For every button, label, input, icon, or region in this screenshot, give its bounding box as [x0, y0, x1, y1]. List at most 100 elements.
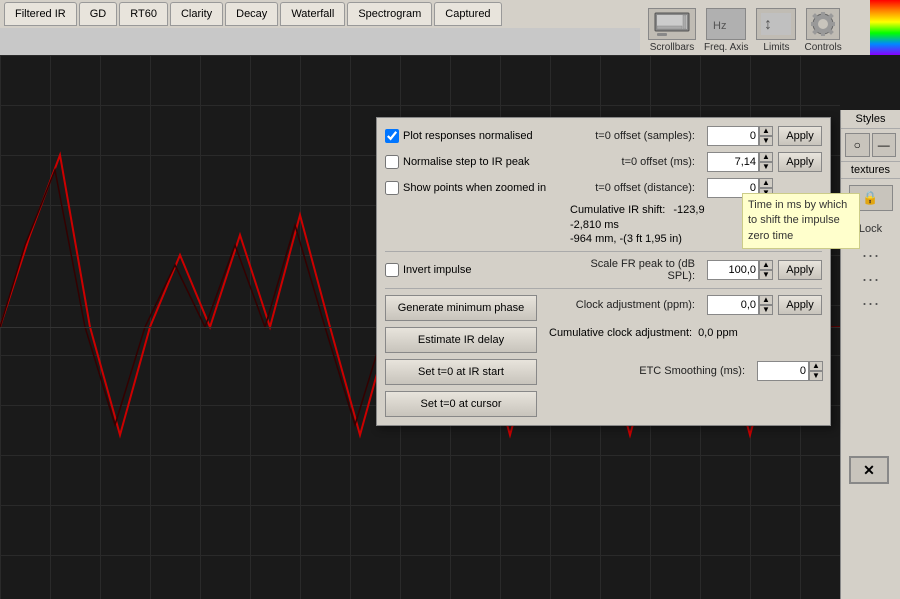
main-chart-area: Styles ○ — textures 🔒 Lock ··· ··· ··· ✕…	[0, 55, 900, 599]
color-gradient-strip	[870, 0, 900, 55]
action-buttons: Generate minimum phase Estimate IR delay…	[385, 295, 537, 417]
clock-adj-down[interactable]: ▼	[759, 305, 773, 315]
limits-button[interactable]: ↕ Limits	[756, 8, 796, 53]
cumulative-ir-value1: -123,9	[673, 204, 704, 216]
t0-ms-label: t=0 offset (ms):	[566, 156, 701, 168]
t0-ms-input[interactable]	[707, 152, 759, 172]
cumulative-clock-label: Cumulative clock adjustment:	[549, 327, 692, 339]
t0-samples-label: t=0 offset (samples):	[566, 130, 701, 142]
estimate-ir-delay-button[interactable]: Estimate IR delay	[385, 327, 537, 353]
scale-fr-up[interactable]: ▲	[759, 260, 773, 270]
row-clock-adj: Clock adjustment (ppm): ▲ ▼ Apply	[549, 295, 822, 315]
plot-normalised-label[interactable]: Plot responses normalised	[385, 129, 560, 143]
tab-decay[interactable]: Decay	[225, 2, 278, 26]
dots-1: ···	[862, 245, 880, 266]
styles-label: Styles	[841, 110, 900, 129]
dots-section: ··· ··· ···	[841, 241, 900, 318]
tab-waterfall[interactable]: Waterfall	[280, 2, 345, 26]
t0-distance-up[interactable]: ▲	[759, 178, 773, 188]
t0-ms-spinners: ▲ ▼	[759, 152, 773, 172]
limits-icon: ↕	[756, 8, 796, 40]
clock-adj-spinners: ▲ ▼	[759, 295, 773, 315]
t0-samples-input[interactable]	[707, 126, 759, 146]
t0-ms-input-wrap: ▲ ▼	[707, 152, 772, 172]
t0-distance-label: t=0 offset (distance):	[566, 182, 701, 194]
scrollbars-button[interactable]: Scrollbars	[648, 8, 696, 53]
bottom-section: Generate minimum phase Estimate IR delay…	[385, 295, 822, 417]
cumulative-ir-label: Cumulative IR shift:	[570, 204, 665, 216]
clock-adj-apply-button[interactable]: Apply	[778, 295, 822, 315]
scale-fr-down[interactable]: ▼	[759, 270, 773, 280]
minus-style-icon[interactable]: —	[872, 133, 897, 157]
etc-smoothing-spinners: ▲ ▼	[809, 361, 823, 381]
etc-smoothing-label: ETC Smoothing (ms):	[549, 365, 751, 377]
tab-rt60[interactable]: RT60	[119, 2, 168, 26]
spacer	[549, 345, 822, 355]
settings-dialog: Plot responses normalised t=0 offset (sa…	[376, 117, 831, 426]
t0-ms-apply-button[interactable]: Apply	[778, 152, 822, 172]
etc-smoothing-input-wrap: ▲ ▼	[757, 361, 822, 381]
show-points-checkbox[interactable]	[385, 181, 399, 195]
etc-smoothing-down[interactable]: ▼	[809, 371, 823, 381]
svg-text:↕: ↕	[764, 16, 772, 33]
separator-2	[385, 288, 822, 289]
cumulative-clock-value: 0,0 ppm	[698, 327, 738, 339]
etc-smoothing-input[interactable]	[757, 361, 809, 381]
plot-normalised-checkbox[interactable]	[385, 129, 399, 143]
right-fields: Clock adjustment (ppm): ▲ ▼ Apply Cumula…	[549, 295, 822, 387]
tab-captured[interactable]: Captured	[434, 2, 501, 26]
scale-fr-spinners: ▲ ▼	[759, 260, 773, 280]
scale-fr-label: Scale FR peak to (dB SPL):	[566, 258, 701, 282]
top-toolbar: Scrollbars Hz Freq. Axis ↕ Limits	[640, 0, 870, 55]
clock-adj-input[interactable]	[707, 295, 759, 315]
set-t0-ir-start-button[interactable]: Set t=0 at IR start	[385, 359, 537, 385]
dots-3: ···	[862, 293, 880, 314]
styles-icons: ○ —	[841, 129, 900, 161]
row-plot-normalised: Plot responses normalised t=0 offset (sa…	[385, 126, 822, 146]
row-etc-smoothing: ETC Smoothing (ms): ▲ ▼	[549, 361, 822, 381]
x-icon[interactable]: ✕	[849, 456, 889, 484]
cumulative-clock-row: Cumulative clock adjustment: 0,0 ppm	[549, 327, 822, 339]
scale-fr-apply-button[interactable]: Apply	[778, 260, 822, 280]
styles-panel: Styles ○ — textures 🔒 Lock ··· ··· ··· ✕	[840, 110, 900, 599]
cumulative-ir-ms: -2,810 ms	[570, 219, 619, 231]
t0-samples-down[interactable]: ▼	[759, 136, 773, 146]
freq-axis-button[interactable]: Hz Freq. Axis	[704, 8, 748, 53]
tooltip-text: Time in ms by which to shift the impulse…	[748, 199, 847, 242]
set-t0-cursor-button[interactable]: Set t=0 at cursor	[385, 391, 537, 417]
clock-adj-up[interactable]: ▲	[759, 295, 773, 305]
normalise-step-checkbox[interactable]	[385, 155, 399, 169]
invert-impulse-label[interactable]: Invert impulse	[385, 263, 560, 277]
x-close-button[interactable]: ✕	[849, 456, 889, 484]
dots-2: ···	[862, 269, 880, 290]
t0-ms-down[interactable]: ▼	[759, 162, 773, 172]
tab-bar: Filtered IR GD RT60 Clarity Decay Waterf…	[0, 0, 640, 28]
controls-button[interactable]: Controls	[804, 8, 841, 53]
clock-adj-label: Clock adjustment (ppm):	[549, 299, 701, 311]
show-points-label[interactable]: Show points when zoomed in	[385, 181, 560, 195]
row-normalise-step: Normalise step to IR peak t=0 offset (ms…	[385, 152, 822, 172]
circle-style-icon[interactable]: ○	[845, 133, 870, 157]
t0-samples-input-wrap: ▲ ▼	[707, 126, 772, 146]
row-invert-impulse: Invert impulse Scale FR peak to (dB SPL)…	[385, 258, 822, 282]
tab-gd[interactable]: GD	[79, 2, 118, 26]
clock-adj-input-wrap: ▲ ▼	[707, 295, 772, 315]
t0-samples-apply-button[interactable]: Apply	[778, 126, 822, 146]
tab-spectrogram[interactable]: Spectrogram	[347, 2, 432, 26]
scale-fr-input[interactable]	[707, 260, 759, 280]
controls-label: Controls	[804, 42, 841, 53]
scale-fr-input-wrap: ▲ ▼	[707, 260, 772, 280]
tab-clarity[interactable]: Clarity	[170, 2, 223, 26]
etc-smoothing-up[interactable]: ▲	[809, 361, 823, 371]
cumulative-ir-dist: -964 mm, -(3 ft 1,95 in)	[570, 233, 682, 245]
tab-filtered-ir[interactable]: Filtered IR	[4, 2, 77, 26]
controls-icon	[806, 8, 840, 40]
invert-impulse-checkbox[interactable]	[385, 263, 399, 277]
t0-samples-up[interactable]: ▲	[759, 126, 773, 136]
scrollbars-label: Scrollbars	[650, 42, 694, 53]
t0-ms-up[interactable]: ▲	[759, 152, 773, 162]
normalise-step-label[interactable]: Normalise step to IR peak	[385, 155, 560, 169]
limits-label: Limits	[763, 42, 789, 53]
gen-min-phase-button[interactable]: Generate minimum phase	[385, 295, 537, 321]
svg-text:Hz: Hz	[713, 20, 726, 32]
